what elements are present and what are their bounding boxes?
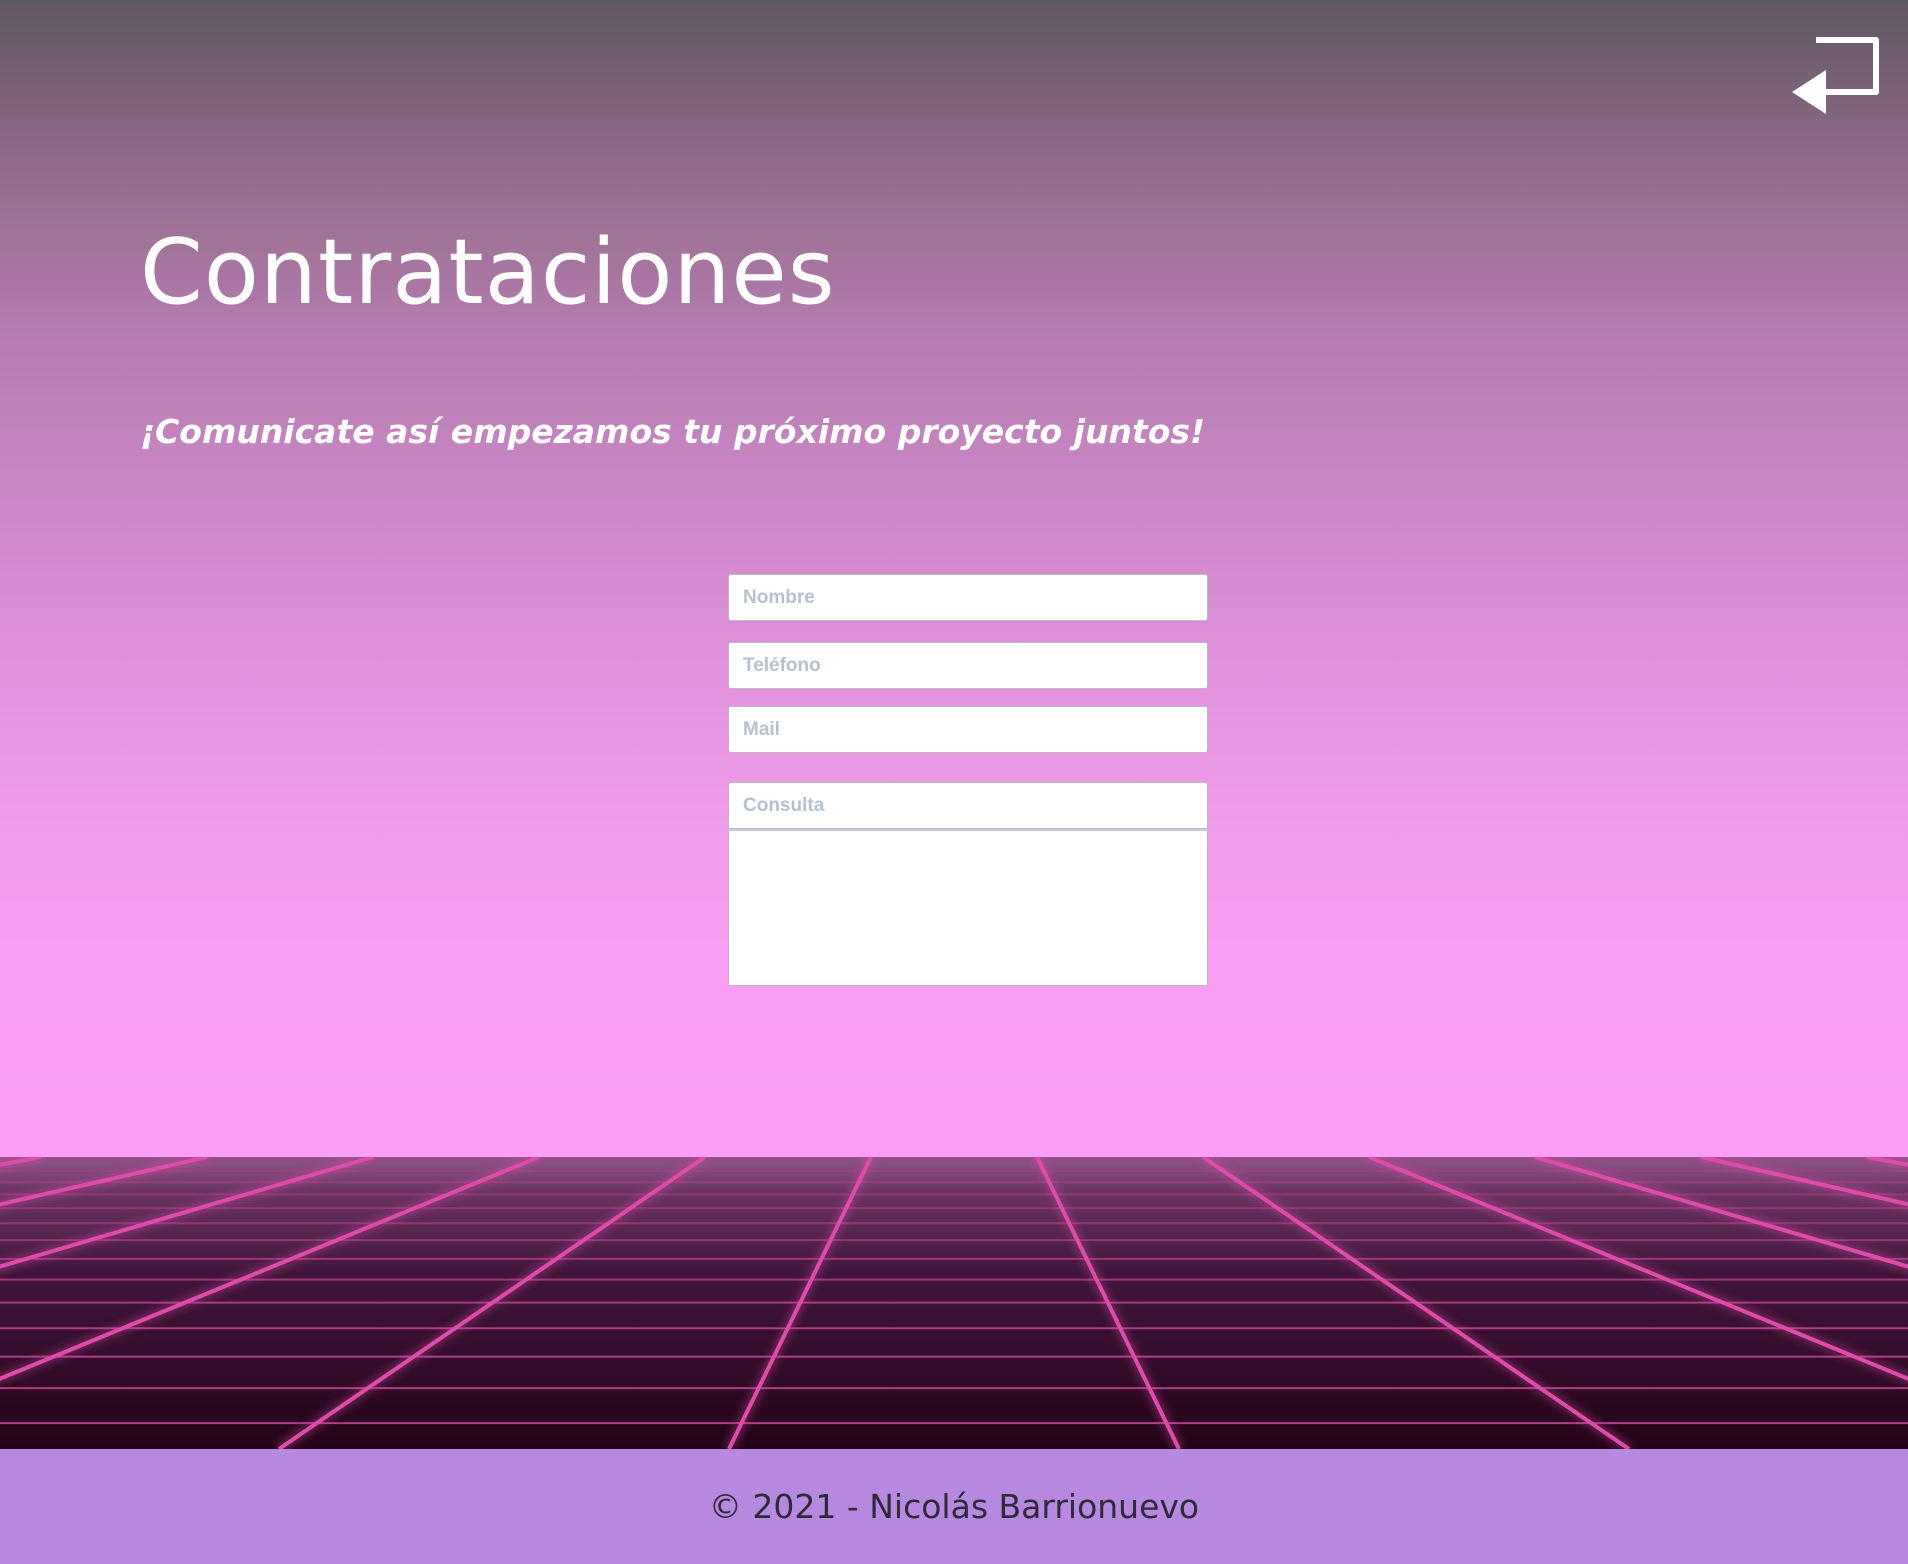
mail-input[interactable] xyxy=(728,706,1208,753)
consulta-textarea[interactable] xyxy=(728,829,1208,986)
footer-copyright: © 2021 - Nicolás Barrionuevo xyxy=(708,1487,1200,1526)
synthwave-grid-floor xyxy=(0,1157,1908,1449)
consulta-input[interactable] xyxy=(728,782,1208,829)
page-title: Contrataciones xyxy=(140,220,836,325)
contact-page: Contrataciones ¡Comunicate así empezamos… xyxy=(0,0,1908,1564)
nombre-input[interactable] xyxy=(728,574,1208,621)
return-arrow-icon xyxy=(1792,37,1879,114)
footer: © 2021 - Nicolás Barrionuevo xyxy=(0,1449,1908,1564)
page-subtitle: ¡Comunicate así empezamos tu próximo pro… xyxy=(140,412,1206,451)
telefono-input[interactable] xyxy=(728,642,1208,689)
back-button[interactable] xyxy=(1786,36,1882,116)
